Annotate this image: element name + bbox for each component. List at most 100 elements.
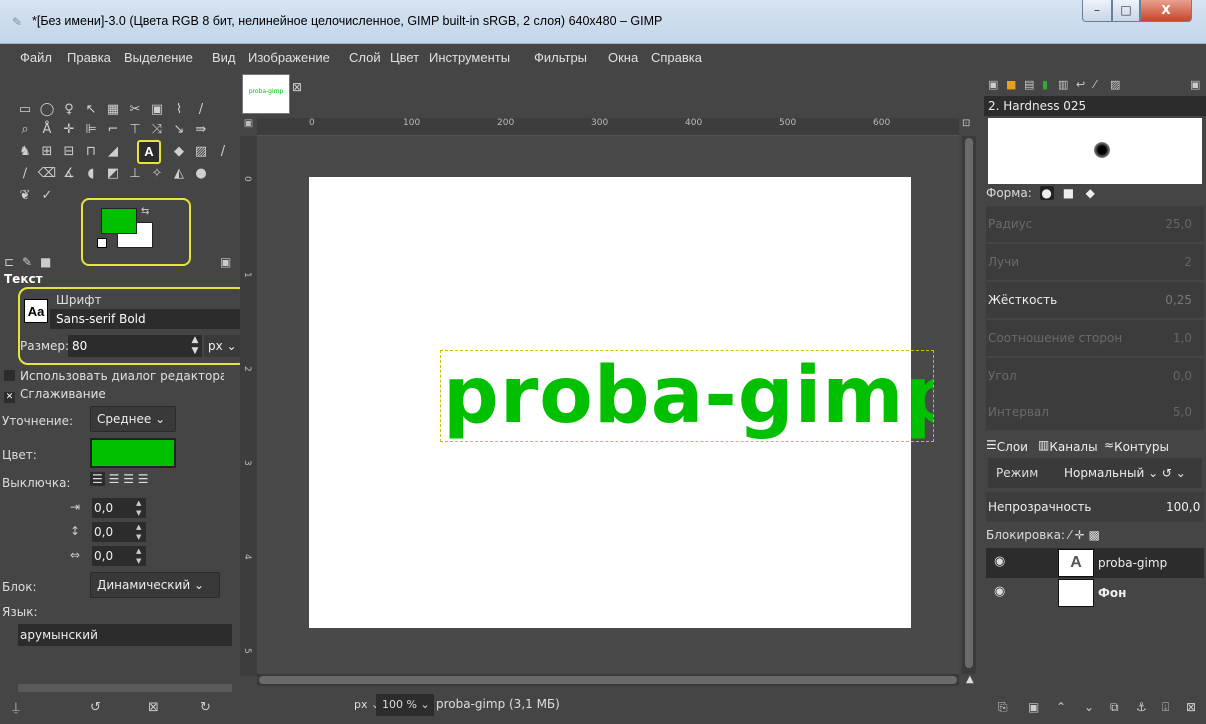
spikes-slider[interactable]: Лучи 2 <box>986 244 1204 280</box>
menu-tools[interactable]: Инструменты <box>429 50 510 65</box>
brush-preview[interactable] <box>988 118 1202 184</box>
heal-icon[interactable]: ◩ <box>102 164 124 184</box>
eraser-icon[interactable]: ⌫ <box>36 164 58 184</box>
menu-windows[interactable]: Окна <box>608 50 638 65</box>
ink-icon[interactable]: ◖ <box>80 164 102 184</box>
horizontal-scrollbar[interactable] <box>257 674 959 686</box>
dodge-icon[interactable]: ◭ <box>168 164 190 184</box>
shape-square-icon[interactable]: ■ <box>1061 186 1075 200</box>
menu-edit[interactable]: Правка <box>67 50 111 65</box>
ellipse-select-icon[interactable]: ◯ <box>36 100 58 120</box>
shape-diamond-icon[interactable]: ◆ <box>1083 186 1097 200</box>
aspect-slider[interactable]: Соотношение сторон 1,0 <box>986 320 1204 356</box>
text-tool-icon[interactable]: A <box>137 140 161 164</box>
menu-layer[interactable]: Слой <box>349 50 381 65</box>
new-layer-icon[interactable]: ⎘ <box>998 700 1008 715</box>
default-colors-icon[interactable] <box>97 238 107 248</box>
paint-dynamics-tab-icon[interactable]: ⁄ <box>1094 78 1096 91</box>
text-color-button[interactable] <box>90 438 176 468</box>
cage-icon[interactable]: ♞ <box>14 142 36 162</box>
menu-help[interactable]: Справка <box>651 50 702 65</box>
n-point-icon[interactable]: ⊓ <box>80 142 102 162</box>
layer-row[interactable]: ◉ Фон <box>986 578 1204 608</box>
crop-icon[interactable]: ⌐ <box>102 120 124 140</box>
brushes-tab-icon[interactable]: ▣ <box>988 78 998 91</box>
patterns-tab-icon[interactable]: ■ <box>1006 78 1016 91</box>
lock-position-icon[interactable]: ✛ <box>1075 528 1089 542</box>
clone-icon[interactable]: ⊥ <box>124 164 146 184</box>
font-icon[interactable]: Aa <box>24 299 48 323</box>
scissors-icon[interactable]: ✂ <box>124 100 146 120</box>
gradient-icon[interactable]: ▨ <box>190 142 212 162</box>
lock-alpha-icon[interactable]: ▩ <box>1089 528 1100 542</box>
perspective-icon[interactable]: ⊞ <box>36 142 58 162</box>
indent-input[interactable]: 0,0 ▲ ▼ <box>92 498 146 518</box>
duplicate-layer-icon[interactable]: ⧉ <box>1110 700 1119 715</box>
close-button[interactable]: X <box>1140 0 1192 22</box>
visibility-eye-icon[interactable]: ◉ <box>994 584 1005 599</box>
rect-select-icon[interactable]: ▭ <box>14 100 36 120</box>
tab-layers[interactable]: ☰ Слои <box>986 438 1028 454</box>
fill-icon[interactable]: ◆ <box>168 142 190 162</box>
visibility-eye-icon[interactable]: ◉ <box>994 554 1005 569</box>
measure-icon[interactable]: Å <box>36 120 58 140</box>
justify-right-icon[interactable]: ☰ <box>109 472 120 486</box>
tool-options-tab-icon[interactable]: ⊏ <box>4 255 14 269</box>
palettes-tab-icon[interactable]: ▥ <box>1058 78 1068 91</box>
seamless-clone-icon[interactable]: ⊟ <box>58 142 80 162</box>
tool-presets-tab-icon[interactable]: ↩ <box>1076 78 1085 91</box>
delete-layer-icon[interactable]: ⊠ <box>1186 700 1196 714</box>
letter-spacing-input[interactable]: 0,0 ▲ ▼ <box>92 546 146 566</box>
vertical-scroll-thumb[interactable] <box>965 138 973 668</box>
box-select[interactable]: Динамический ⌄ <box>90 572 220 598</box>
tab-close-icon[interactable]: ⊠ <box>292 80 302 94</box>
undo-history-tab-icon[interactable]: ■ <box>40 255 51 269</box>
size-spinner[interactable]: ▲ ▼ <box>188 335 202 357</box>
antialias-checkbox[interactable]: ✕ Сглаживание <box>4 387 224 403</box>
size-input[interactable]: 80 <box>68 335 188 357</box>
fonts-tab-icon[interactable]: ▤ <box>1024 78 1034 91</box>
menu-select[interactable]: Выделение <box>124 50 193 65</box>
maximize-button[interactable]: □ <box>1112 0 1140 22</box>
justify-fill-icon[interactable]: ☰ <box>138 472 149 486</box>
raise-layer-icon[interactable]: ⌃ <box>1056 700 1066 714</box>
foreground-select-icon[interactable]: ▣ <box>146 100 168 120</box>
menu-file[interactable]: Файл <box>20 50 52 65</box>
bucket-icon[interactable]: ◢ <box>102 142 124 162</box>
foreground-color-swatch[interactable] <box>101 208 137 234</box>
warp-icon[interactable]: ⤨ <box>146 120 168 140</box>
tab-channels[interactable]: ▥ Каналы <box>1038 438 1098 454</box>
text-layer-box[interactable]: proba-gimp <box>440 350 934 442</box>
save-options-icon[interactable]: ⍊ <box>12 700 20 715</box>
dropper-icon[interactable]: ✓ <box>36 186 58 206</box>
minimize-button[interactable]: – <box>1082 0 1112 22</box>
vertical-scrollbar[interactable] <box>962 136 976 674</box>
align-icon[interactable]: ⊫ <box>80 120 102 140</box>
pencil-icon[interactable]: / <box>212 142 234 162</box>
menu-filters[interactable]: Фильтры <box>534 50 587 65</box>
swap-colors-icon[interactable]: ⇆ <box>141 206 149 217</box>
device-status-tab-icon[interactable]: ✎ <box>22 255 32 269</box>
handle-transform-icon[interactable]: ↘ <box>168 120 190 140</box>
spacing-slider[interactable]: Интервал 5,0 <box>986 394 1204 430</box>
fuzzy-select-icon[interactable]: ↖ <box>80 100 102 120</box>
zoom-select[interactable]: 100 % ⌄ <box>376 694 434 716</box>
justify-left-icon[interactable]: ☰ <box>90 472 105 486</box>
smudge-icon[interactable]: ✧ <box>146 164 168 184</box>
brush-icon[interactable]: ∕ <box>14 164 36 184</box>
hardness-slider[interactable]: Жёсткость 0,25 <box>986 282 1204 318</box>
use-editor-checkbox[interactable]: Использовать диалог редактора <box>4 369 224 385</box>
restore-options-icon[interactable]: ↺ <box>90 700 101 715</box>
tab-paths[interactable]: ≈ Контуры <box>1104 438 1169 454</box>
flip-icon[interactable]: ⇛ <box>190 120 212 140</box>
zoom-icon[interactable]: ⌕ <box>14 120 36 140</box>
mode-select[interactable]: Нормальный ⌄ ↺ ⌄ <box>1064 466 1186 480</box>
right-dock-menu-icon[interactable]: ▣ <box>1190 78 1200 91</box>
opacity-slider[interactable]: Непрозрачность 100,0 <box>986 492 1204 522</box>
justify-center-icon[interactable]: ☰ <box>123 472 134 486</box>
font-field[interactable]: Sans-serif Bold <box>50 309 242 329</box>
lasso-icon[interactable]: ♀ <box>58 100 80 120</box>
image-tab-thumbnail[interactable]: proba-gimp <box>242 74 290 114</box>
unified-transform-icon[interactable]: ⊤ <box>124 120 146 140</box>
new-group-icon[interactable]: ▣ <box>1028 700 1039 714</box>
